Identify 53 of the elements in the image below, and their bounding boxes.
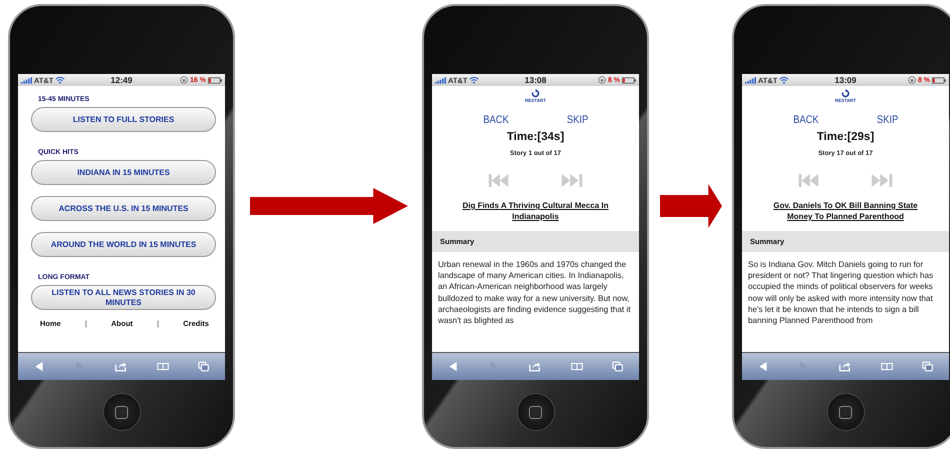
menu-button[interactable]: INDIANA IN 15 MINUTES xyxy=(31,160,216,185)
signal-icon xyxy=(745,76,756,84)
signal-icon xyxy=(435,76,446,84)
battery-icon xyxy=(932,76,946,84)
next-track-icon[interactable] xyxy=(871,174,893,187)
back-button[interactable]: BACK xyxy=(482,114,508,126)
clock-time: 13:09 xyxy=(834,75,856,85)
bookmarks-icon[interactable] xyxy=(570,361,583,372)
rotation-lock-icon xyxy=(598,76,606,84)
menu-button[interactable]: LISTEN TO ALL NEWS STORIES IN 30 MINUTES xyxy=(31,285,216,310)
previous-track-icon[interactable] xyxy=(798,174,820,187)
battery-icon xyxy=(622,76,636,84)
restart-icon xyxy=(530,89,540,98)
tabs-icon[interactable] xyxy=(612,361,624,372)
share-icon[interactable] xyxy=(529,361,542,372)
clock-time: 12:49 xyxy=(110,75,132,85)
story-headline-link[interactable]: Dig Finds A Thriving Cultural Mecca In Indianapolis xyxy=(450,200,620,222)
summary-text: So is Indiana Gov. Mitch Daniels going to run for president or not? That lingering question which has occupied the minds of political observers for weeks now will only be asked with more intensity now that he's let it be known that he intends to sign a bill banning Planned Parenthood from xyxy=(748,259,934,326)
wifi-icon xyxy=(469,76,480,84)
menu-button[interactable]: ACROSS THE U.S. IN 15 MINUTES xyxy=(31,196,216,221)
home-button[interactable] xyxy=(516,393,554,431)
restart-icon xyxy=(840,89,850,98)
timer-text: Time:[34s] xyxy=(506,131,564,143)
home-button[interactable] xyxy=(102,393,140,431)
home-button[interactable] xyxy=(826,393,864,431)
signal-icon xyxy=(21,76,32,84)
timer-text: Time:[29s] xyxy=(816,131,874,143)
skip-button[interactable]: SKIP xyxy=(877,114,899,126)
tabs-icon[interactable] xyxy=(922,361,934,372)
battery-icon xyxy=(208,76,222,84)
wifi-icon xyxy=(55,76,66,84)
back-arrow-icon[interactable] xyxy=(446,361,459,372)
menu-button[interactable]: AROUND THE WORLD IN 15 MINUTES xyxy=(31,232,216,257)
share-icon[interactable] xyxy=(839,361,852,372)
previous-track-icon[interactable] xyxy=(488,174,510,187)
skip-button[interactable]: SKIP xyxy=(567,114,589,126)
bookmarks-icon[interactable] xyxy=(880,361,893,372)
share-icon[interactable] xyxy=(115,361,128,372)
arrow-icon xyxy=(250,188,408,224)
wifi-icon xyxy=(779,76,790,84)
arrow-icon xyxy=(660,184,722,228)
summary-text: Urban renewal in the 1960s and 1970s changed the landscape of many American cities. In Indianapolis, an African-American neighborhood was largely bulldozed to make way for a new university. But now, archaeologists are finding evidence suggesting that it wasn't as blighted as xyxy=(438,259,632,326)
rotation-lock-icon xyxy=(180,76,188,84)
menu-button[interactable]: LISTEN TO FULL STORIES xyxy=(31,107,216,132)
back-arrow-icon[interactable] xyxy=(756,361,769,372)
back-button[interactable]: BACK xyxy=(792,114,818,126)
next-track-icon[interactable] xyxy=(561,174,583,187)
tabs-icon[interactable] xyxy=(198,361,210,372)
bookmarks-icon[interactable] xyxy=(156,361,169,372)
clock-time: 13:08 xyxy=(524,75,546,85)
back-arrow-icon[interactable] xyxy=(32,361,45,372)
story-headline-link[interactable]: Gov. Daniels To OK Bill Banning State Money To Planned Parenthood xyxy=(760,200,930,222)
rotation-lock-icon xyxy=(908,76,916,84)
